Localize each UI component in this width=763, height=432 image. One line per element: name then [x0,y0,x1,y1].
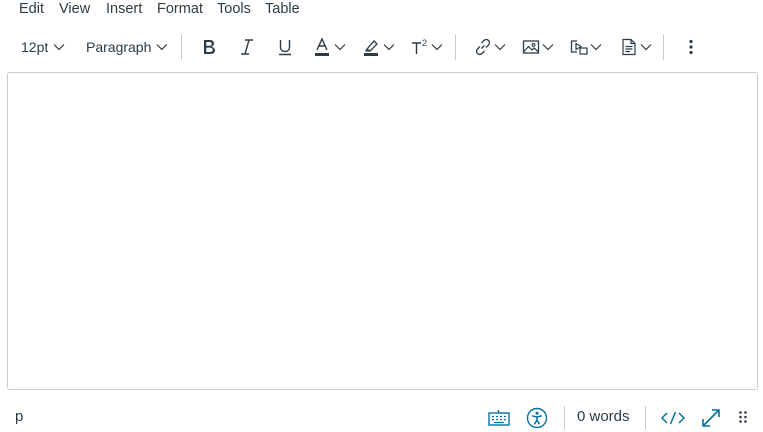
svg-text:2: 2 [422,38,427,48]
statusbar-divider [564,406,565,430]
menu-insert[interactable]: Insert [106,1,142,17]
menu-edit[interactable]: Edit [19,1,44,17]
underline-button[interactable] [273,30,297,64]
bold-icon [204,40,215,54]
element-path[interactable]: p [15,408,23,425]
statusbar-divider [645,406,646,430]
chevron-down-icon [640,44,652,51]
superscript-icon: 2 [412,38,427,54]
resize-handle[interactable] [736,408,750,428]
block-format-value: Paragraph [86,39,152,55]
chevron-down-icon [383,44,395,51]
editor-content-area[interactable] [7,72,758,390]
link-icon [475,38,491,56]
menu-tools[interactable]: Tools [217,1,251,17]
bold-button[interactable] [197,30,221,64]
font-size-value: 12pt [21,39,49,55]
chevron-down-icon [156,44,168,51]
more-vertical-icon [689,39,693,55]
document-button[interactable] [619,30,655,64]
image-icon [522,40,540,54]
fullscreen-button[interactable] [699,406,723,430]
menu-table[interactable]: Table [265,1,300,17]
document-icon [622,38,636,56]
chevron-down-icon [431,44,443,51]
accessibility-checker-button[interactable] [525,406,549,430]
highlighter-icon [364,40,378,56]
drag-handle-icon [739,411,747,423]
more-options-button[interactable] [680,30,702,64]
italic-button[interactable] [235,30,259,64]
statusbar: p 0 words [0,402,763,432]
image-button[interactable] [521,30,557,64]
chevron-down-icon [334,44,346,51]
menu-format[interactable]: Format [157,1,203,17]
accessibility-icon [526,407,548,429]
toolbar-divider [455,34,456,60]
menu-view[interactable]: View [59,1,90,17]
toolbar-divider [663,34,664,60]
highlight-color-button[interactable] [362,30,398,64]
toolbar: 12pt Paragraph 2 [0,30,763,64]
chevron-down-icon [494,44,506,51]
keyboard-shortcuts-button[interactable] [487,408,511,428]
font-size-select[interactable]: 12pt [21,30,71,64]
toolbar-divider [181,34,182,60]
html-editor-button[interactable] [659,408,687,428]
chevron-down-icon [53,44,65,51]
expand-icon [702,409,720,427]
chevron-down-icon [590,44,602,51]
superscript-button[interactable]: 2 [410,30,446,64]
italic-icon [241,39,253,55]
chevron-down-icon [542,44,554,51]
code-icon [660,411,686,425]
block-format-select[interactable]: Paragraph [86,30,168,64]
text-color-button[interactable] [313,30,349,64]
media-button[interactable] [569,30,605,64]
text-color-icon [315,37,329,56]
menubar: Edit View Insert Format Tools Table [0,0,763,22]
word-count[interactable]: 0 words [577,408,630,425]
keyboard-icon [488,410,510,426]
media-icon [570,40,588,55]
underline-icon [279,40,291,56]
link-button[interactable] [473,30,509,64]
